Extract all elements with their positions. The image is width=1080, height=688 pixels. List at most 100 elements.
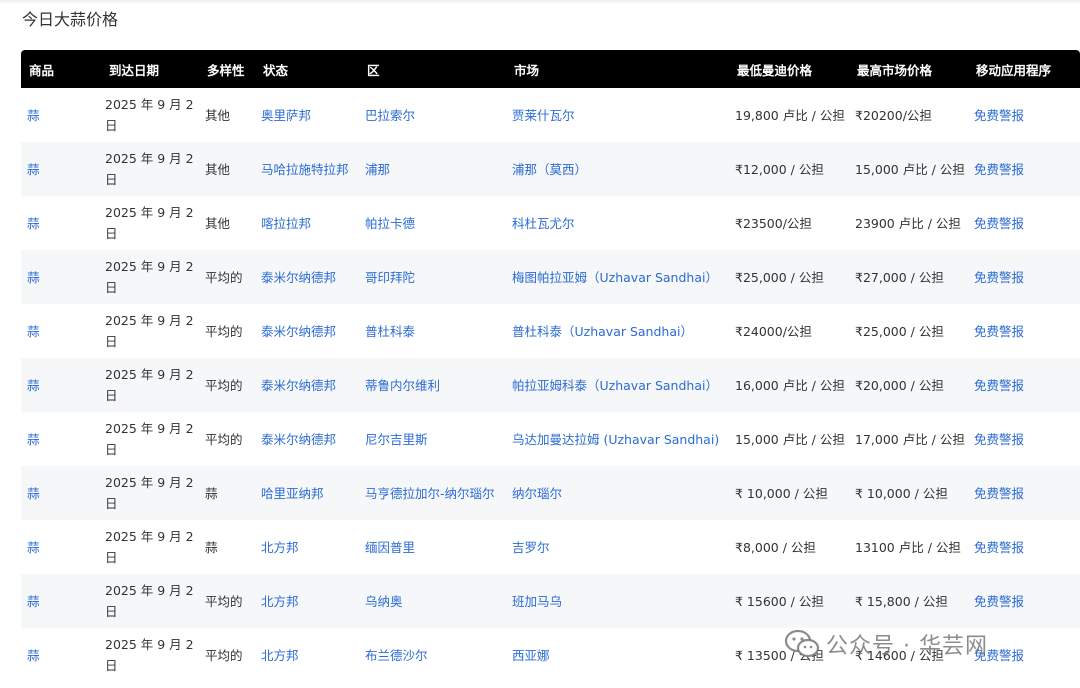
state-link[interactable]: 喀拉拉邦 <box>261 216 311 231</box>
cell-commodity-link: 蒜 <box>21 574 101 628</box>
district-link[interactable]: 帕拉卡德 <box>365 216 415 231</box>
free-alert-link[interactable]: 免费警报 <box>974 378 1024 393</box>
district-link[interactable]: 巴拉索尔 <box>365 108 415 123</box>
cell-state-link: 北方邦 <box>255 520 359 574</box>
max-price: ₹ 15,800 / 公担 <box>855 593 948 609</box>
free-alert-link[interactable]: 免费警报 <box>974 216 1024 231</box>
commodity-link[interactable]: 蒜 <box>27 270 40 285</box>
commodity-link[interactable]: 蒜 <box>27 162 40 177</box>
state-link[interactable]: 泰米尔纳德邦 <box>261 270 336 285</box>
cell-arrival-date: 2025 年 9 月 2 日 <box>101 628 199 682</box>
cell-district-link: 缅因普里 <box>359 520 506 574</box>
free-alert-link[interactable]: 免费警报 <box>974 648 1024 663</box>
market-link[interactable]: 梅图帕拉亚姆（Uzhavar Sandhai） <box>512 270 718 285</box>
market-link[interactable]: 班加马乌 <box>512 594 562 609</box>
commodity-link[interactable]: 蒜 <box>27 594 40 609</box>
cell-free-alert-link: 免费警报 <box>968 358 1080 412</box>
cell-commodity-link: 蒜 <box>21 520 101 574</box>
commodity-link[interactable]: 蒜 <box>27 216 40 231</box>
cell-market-link: 普杜科泰（Uzhavar Sandhai） <box>506 304 729 358</box>
state-link[interactable]: 哈里亚纳邦 <box>261 486 324 501</box>
variety: 平均的 <box>205 593 243 609</box>
table-row: 蒜 2025 年 9 月 2 日平均的 泰米尔纳德邦 蒂鲁内尔维利 帕拉亚姆科泰（Uzh… <box>21 358 1080 412</box>
commodity-link[interactable]: 蒜 <box>27 378 40 393</box>
state-link[interactable]: 北方邦 <box>261 648 299 663</box>
cell-district-link: 尼尔吉里斯 <box>359 412 506 466</box>
cell-variety: 平均的 <box>199 250 255 304</box>
cell-min-price: ₹12,000 / 公担 <box>729 142 849 196</box>
cell-max-price: ₹25,000 / 公担 <box>849 304 968 358</box>
commodity-link[interactable]: 蒜 <box>27 486 40 501</box>
cell-market-link: 吉罗尔 <box>506 520 729 574</box>
cell-max-price: 13100 卢比 / 公担 <box>849 520 968 574</box>
district-link[interactable]: 缅因普里 <box>365 540 415 555</box>
variety: 平均的 <box>205 431 243 447</box>
state-link[interactable]: 泰米尔纳德邦 <box>261 432 336 447</box>
state-link[interactable]: 泰米尔纳德邦 <box>261 378 336 393</box>
cell-arrival-date: 2025 年 9 月 2 日 <box>101 250 199 304</box>
commodity-link[interactable]: 蒜 <box>27 108 40 123</box>
cell-district-link: 帕拉卡德 <box>359 196 506 250</box>
market-link[interactable]: 帕拉亚姆科泰（Uzhavar Sandhai） <box>512 378 718 393</box>
cell-state-link: 泰米尔纳德邦 <box>255 250 359 304</box>
header-district: 区 <box>367 62 380 78</box>
cell-min-price: ₹24000/公担 <box>729 304 849 358</box>
market-link[interactable]: 普杜科泰（Uzhavar Sandhai） <box>512 324 693 339</box>
district-link[interactable]: 浦那 <box>365 162 390 177</box>
state-link[interactable]: 北方邦 <box>261 540 299 555</box>
market-link[interactable]: 吉罗尔 <box>512 540 550 555</box>
state-link[interactable]: 泰米尔纳德邦 <box>261 324 336 339</box>
market-link[interactable]: 科杜瓦尤尔 <box>512 216 575 231</box>
district-link[interactable]: 马亨德拉加尔-纳尔瑙尔 <box>365 486 495 501</box>
district-link[interactable]: 哥印拜陀 <box>365 270 415 285</box>
header-commodity: 商品 <box>29 62 55 78</box>
cell-district-link: 蒂鲁内尔维利 <box>359 358 506 412</box>
table-body: 蒜 2025 年 9 月 2 日其他 奥里萨邦 巴拉索尔 贾莱什瓦尔 19,800 卢比 … <box>21 88 1080 682</box>
market-link[interactable]: 乌达加曼达拉姆 (Uzhavar Sandhai) <box>512 432 719 447</box>
table-row: 蒜 2025 年 9 月 2 日平均的 北方邦 乌纳奥 班加马乌 ₹ 15600 / 公担… <box>21 574 1080 628</box>
commodity-link[interactable]: 蒜 <box>27 648 40 663</box>
commodity-link[interactable]: 蒜 <box>27 432 40 447</box>
district-link[interactable]: 乌纳奥 <box>365 594 403 609</box>
free-alert-link[interactable]: 免费警报 <box>974 270 1024 285</box>
max-price: ₹ 10,000 / 公担 <box>855 485 948 501</box>
market-link[interactable]: 浦那（莫西） <box>512 162 587 177</box>
market-link[interactable]: 贾莱什瓦尔 <box>512 108 575 123</box>
cell-market-link: 贾莱什瓦尔 <box>506 88 729 142</box>
price-table-container: 商品 到达日期 多样性 状态 区 市场 最低曼迪价格 最高市场价格 移动应用程序 蒜 2025 年… <box>21 50 1080 688</box>
header-state: 状态 <box>263 62 289 78</box>
cell-market-link: 西亚娜 <box>506 628 729 682</box>
state-link[interactable]: 奥里萨邦 <box>261 108 311 123</box>
commodity-link[interactable]: 蒜 <box>27 540 40 555</box>
district-link[interactable]: 蒂鲁内尔维利 <box>365 378 440 393</box>
free-alert-link[interactable]: 免费警报 <box>974 162 1024 177</box>
cell-commodity-link: 蒜 <box>21 304 101 358</box>
free-alert-link[interactable]: 免费警报 <box>974 486 1024 501</box>
free-alert-link[interactable]: 免费警报 <box>974 324 1024 339</box>
free-alert-link[interactable]: 免费警报 <box>974 108 1024 123</box>
cell-variety: 平均的 <box>199 412 255 466</box>
garlic-price-table: 商品 到达日期 多样性 状态 区 市场 最低曼迪价格 最高市场价格 移动应用程序 蒜 2025 年… <box>21 50 1080 682</box>
district-link[interactable]: 尼尔吉里斯 <box>365 432 428 447</box>
commodity-link[interactable]: 蒜 <box>27 324 40 339</box>
cell-commodity-link: 蒜 <box>21 142 101 196</box>
cell-market-link: 科杜瓦尤尔 <box>506 196 729 250</box>
header-min-price: 最低曼迪价格 <box>737 62 813 78</box>
market-link[interactable]: 纳尔瑙尔 <box>512 486 562 501</box>
variety: 其他 <box>205 107 231 123</box>
free-alert-link[interactable]: 免费警报 <box>974 432 1024 447</box>
cell-free-alert-link: 免费警报 <box>968 304 1080 358</box>
free-alert-link[interactable]: 免费警报 <box>974 594 1024 609</box>
district-link[interactable]: 普杜科泰 <box>365 324 415 339</box>
state-link[interactable]: 马哈拉施特拉邦 <box>261 162 349 177</box>
cell-max-price: 23900 卢比 / 公担 <box>849 196 968 250</box>
cell-commodity-link: 蒜 <box>21 466 101 520</box>
cell-district-link: 马亨德拉加尔-纳尔瑙尔 <box>359 466 506 520</box>
header-market: 市场 <box>514 62 540 78</box>
state-link[interactable]: 北方邦 <box>261 594 299 609</box>
min-price: ₹ 10,000 / 公担 <box>735 485 828 501</box>
market-link[interactable]: 西亚娜 <box>512 648 550 663</box>
free-alert-link[interactable]: 免费警报 <box>974 540 1024 555</box>
district-link[interactable]: 布兰德沙尔 <box>365 648 428 663</box>
cell-variety: 平均的 <box>199 304 255 358</box>
